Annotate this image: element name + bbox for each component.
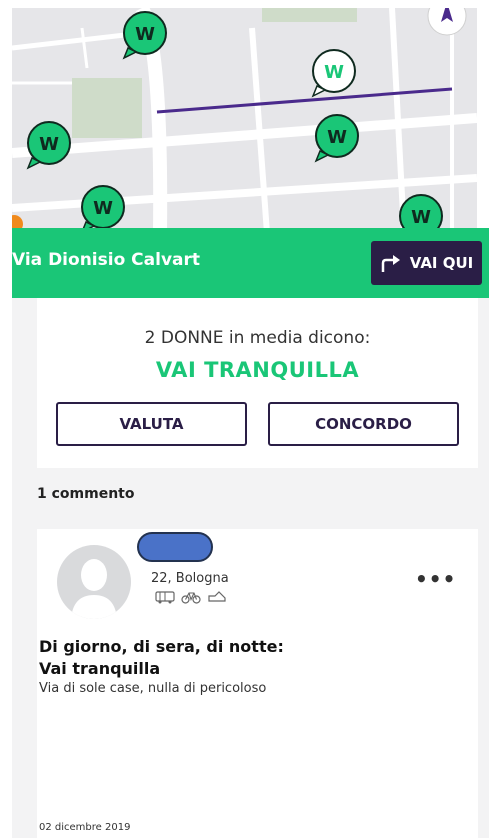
user-meta: 22, Bologna bbox=[151, 571, 229, 586]
w-marker-icon[interactable]: W bbox=[120, 10, 170, 60]
rating-card: 2 DONNE in media dicono: VAI TRANQUILLA … bbox=[37, 298, 478, 468]
map-view[interactable]: W W W W W W bbox=[12, 8, 477, 233]
w-marker-selected-icon[interactable]: W bbox=[309, 48, 359, 98]
avatar[interactable] bbox=[57, 545, 131, 619]
comment-date: 02 dicembre 2019 bbox=[39, 822, 131, 833]
comment-count: 1 commento bbox=[37, 486, 135, 502]
user-silhouette-icon bbox=[71, 559, 117, 619]
rating-intro: 2 DONNE in media dicono: bbox=[144, 328, 371, 348]
bike-icon bbox=[181, 592, 201, 604]
comment-body: Via di sole case, nulla di pericoloso bbox=[39, 681, 267, 696]
street-name: Via Dionisio Calvart bbox=[12, 250, 201, 270]
shoe-icon bbox=[208, 591, 226, 602]
comment-time-of-day: Di giorno, di sera, di notte: bbox=[39, 637, 284, 656]
svg-text:W: W bbox=[411, 207, 431, 228]
w-marker-icon[interactable]: W bbox=[396, 193, 446, 233]
w-marker-icon[interactable]: W bbox=[24, 120, 74, 170]
rate-button[interactable]: VALUTA bbox=[56, 402, 247, 446]
compass-icon[interactable] bbox=[427, 8, 467, 36]
turn-right-arrow-icon bbox=[381, 255, 400, 272]
comment-card: 22, Bologna ••• Di giorno, di sera, di n… bbox=[37, 529, 478, 838]
transport-icons bbox=[155, 590, 227, 604]
redacted-username bbox=[137, 532, 213, 562]
svg-text:W: W bbox=[324, 62, 344, 83]
agree-button[interactable]: CONCORDO bbox=[268, 402, 459, 446]
w-marker-icon[interactable]: W bbox=[312, 113, 362, 163]
svg-text:W: W bbox=[135, 24, 155, 45]
svg-text:W: W bbox=[327, 127, 347, 148]
more-options-icon[interactable]: ••• bbox=[415, 567, 456, 591]
w-marker-icon[interactable]: W bbox=[78, 184, 128, 233]
rating-verdict: VAI TRANQUILLA bbox=[155, 358, 360, 382]
comment-title: Vai tranquilla bbox=[39, 659, 161, 678]
svg-text:W: W bbox=[39, 134, 59, 155]
go-here-label: VAI QUI bbox=[409, 254, 474, 272]
go-here-button[interactable]: VAI QUI bbox=[371, 241, 482, 285]
svg-text:W: W bbox=[93, 198, 113, 219]
street-header: Via Dionisio Calvart VAI QUI bbox=[12, 228, 489, 298]
bus-icon bbox=[155, 591, 175, 604]
